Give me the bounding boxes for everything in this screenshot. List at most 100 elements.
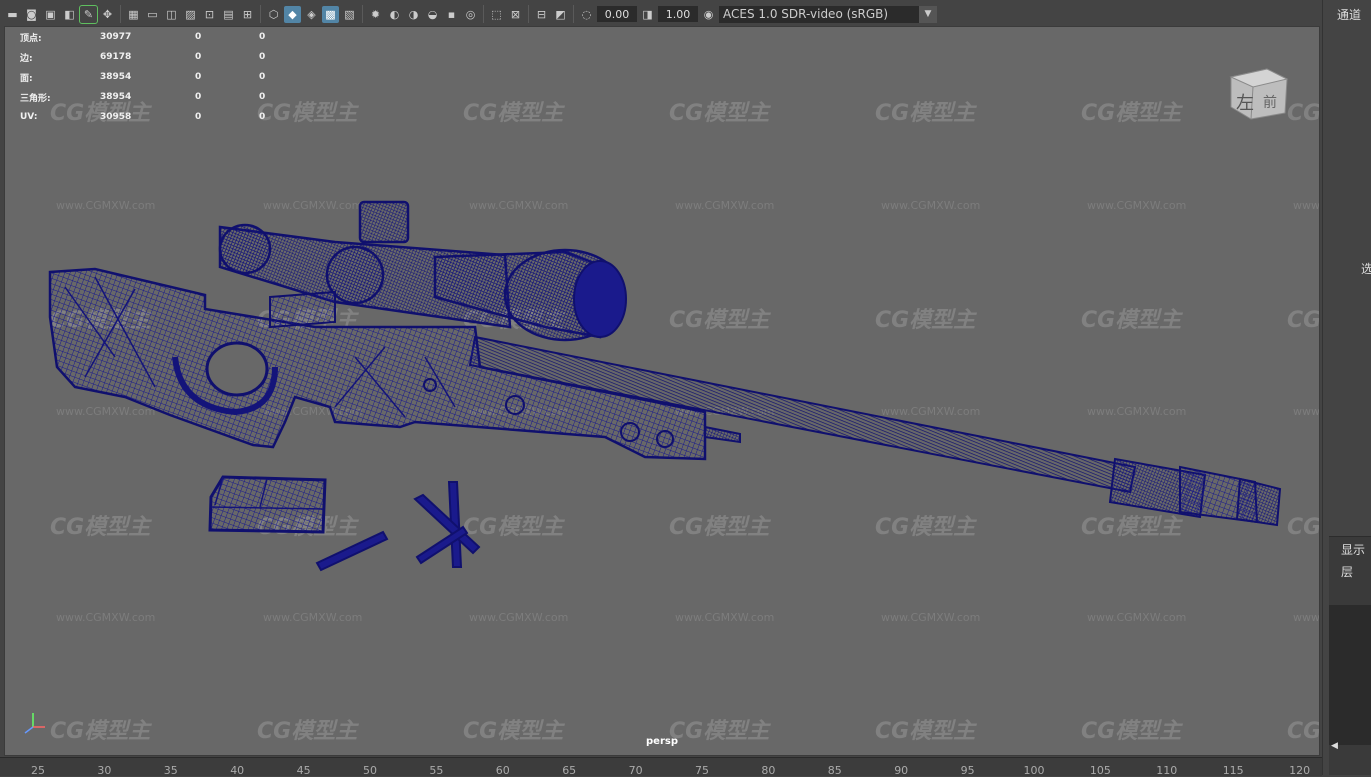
- select-label: 选: [1361, 260, 1371, 277]
- timeline-tick: 50: [363, 764, 377, 777]
- toolbar-separator: [483, 5, 484, 23]
- depth-of-field-icon[interactable]: ◎: [462, 6, 479, 23]
- timeline-tick: 90: [894, 764, 909, 777]
- viewcube-left-face[interactable]: 左: [1236, 93, 1254, 114]
- timeline-tick: 70: [628, 764, 643, 777]
- toolbar-separator: [362, 5, 363, 23]
- default-material-icon[interactable]: ◈: [303, 6, 320, 23]
- heads-up-poly-count: 顶点: 30977 0 0 边: 69178 0 0 面: 38954 0 0 三角形: 38954 0 0 U…: [20, 27, 299, 127]
- viewport-toolbar: ▬ ◙ ▣ ◧ ✎ ✥ ▦ ▭ ◫ ▨ ⊡ ▤ ⊞ ⬡ ◆ ◈ ▩ ▧ ✹ ◐ ◑ ◒ ▪ ◎ ⬚ ⊠ ⊟ ◩ ◌ 0.00 ◨ 1.00 ◉ A…: [0, 0, 1000, 28]
- timeline-tick: 40: [230, 764, 245, 777]
- bookmark-icon[interactable]: ▣: [42, 6, 59, 23]
- xray-active-icon[interactable]: ⊟: [533, 6, 550, 23]
- stat-component: 0: [259, 32, 266, 42]
- 2d-pan-icon[interactable]: ✥: [99, 6, 116, 23]
- xray-icon[interactable]: ▧: [341, 6, 358, 23]
- film-gate-icon[interactable]: ▭: [144, 6, 161, 23]
- magazine: [208, 475, 327, 534]
- stat-label: UV:: [20, 112, 38, 122]
- stat-component: 0: [259, 52, 266, 62]
- stat-label: 面:: [20, 73, 33, 84]
- layer-editor: 显示 层 选 ◀: [1329, 536, 1371, 775]
- timeline-tick: 75: [695, 764, 709, 777]
- timeline-tick: 110: [1156, 764, 1178, 777]
- viewcube-front-face[interactable]: 前: [1263, 94, 1277, 111]
- timeline-tick: 85: [827, 764, 842, 777]
- safe-title-icon[interactable]: ⊞: [239, 6, 256, 23]
- wireframe-icon[interactable]: ⬡: [265, 6, 282, 23]
- use-lights-icon[interactable]: ✹: [367, 6, 384, 23]
- timeline-tick: 95: [960, 764, 975, 777]
- xray-joints-icon[interactable]: ⊠: [507, 6, 524, 23]
- smooth-shade-icon[interactable]: ◆: [284, 5, 301, 23]
- backface-culling-icon[interactable]: ◩: [552, 6, 569, 23]
- stat-value: 30977: [100, 32, 132, 42]
- stat-value: 69178: [100, 52, 132, 62]
- shadows-icon[interactable]: ◐: [386, 6, 403, 23]
- scroll-left-arrow[interactable]: ◀: [1331, 741, 1339, 751]
- timeline-tick: 35: [163, 764, 178, 777]
- stat-component: 0: [259, 72, 266, 82]
- viewcube[interactable]: 左 前: [1223, 57, 1293, 126]
- timeline-tick: 105: [1089, 764, 1111, 777]
- stat-value: 38954: [100, 92, 132, 102]
- stat-selected: 0: [195, 112, 202, 122]
- stat-label: 三角形:: [20, 93, 51, 104]
- camera-icon[interactable]: ▬: [4, 6, 21, 23]
- toolbar-separator: [260, 5, 261, 23]
- timeline-tick: 100: [1023, 764, 1045, 777]
- timeline-tick: 60: [495, 764, 510, 777]
- grid-icon[interactable]: ▦: [125, 6, 142, 23]
- color-space-value: ACES 1.0 SDR-video (sRGB): [723, 7, 889, 21]
- display-tab[interactable]: 显示: [1341, 541, 1365, 558]
- axis-gizmo: [24, 713, 45, 734]
- stat-row: 三角形: 38954 0 0: [20, 87, 299, 107]
- time-slider[interactable]: 25 30 35 40 45 50 55 60 65 70 75 80 85 90 95 100 105 110 1…: [0, 757, 1322, 777]
- timeline-tick: 45: [296, 764, 311, 777]
- gamma-icon[interactable]: ◨: [639, 6, 656, 23]
- bullets: [315, 481, 481, 572]
- stat-value: 38954: [100, 72, 132, 82]
- exposure-icon[interactable]: ◌: [578, 6, 595, 23]
- color-space-dropdown[interactable]: ACES 1.0 SDR-video (sRGB) ▼: [719, 5, 937, 23]
- anti-alias-icon[interactable]: ▪: [443, 6, 460, 23]
- timeline-tick: 25: [31, 764, 45, 777]
- textured-icon[interactable]: ▩: [322, 5, 339, 23]
- stat-label: 边:: [20, 53, 33, 64]
- exposure-field[interactable]: 0.00: [597, 6, 637, 22]
- gamma-field[interactable]: 1.00: [658, 6, 698, 22]
- sniper-rifle-wireframe[interactable]: [5, 27, 1320, 756]
- isolate-select-icon[interactable]: ⬚: [488, 6, 505, 23]
- grease-pencil-icon[interactable]: ✎: [79, 4, 98, 24]
- stat-selected: 0: [195, 72, 202, 82]
- toolbar-separator: [120, 5, 121, 23]
- stat-selected: 0: [195, 52, 202, 62]
- timeline-tick: 115: [1222, 764, 1244, 777]
- camera-attr-icon[interactable]: ◙: [23, 6, 40, 23]
- field-chart-icon[interactable]: ⊡: [201, 6, 218, 23]
- timeline-tick: 65: [562, 764, 577, 777]
- scope: [218, 200, 627, 342]
- stat-row: UV: 30958 0 0: [20, 107, 299, 127]
- stat-row: 顶点: 30977 0 0: [20, 27, 299, 47]
- stat-row: 边: 69178 0 0: [20, 47, 299, 67]
- color-management-icon[interactable]: ◉: [700, 6, 717, 23]
- layer-menu[interactable]: 层: [1341, 563, 1353, 580]
- camera-name-label: persp: [646, 736, 678, 747]
- stat-component: 0: [259, 112, 266, 122]
- channels-menu[interactable]: 通道: [1337, 6, 1361, 23]
- timeline-tick: 30: [97, 764, 112, 777]
- gate-mask-icon[interactable]: ▨: [182, 6, 199, 23]
- perspective-viewport[interactable]: CG模型主CG模型主CG模型主CG模型主CG模型主CG模型主CG模型主CG模型主…: [4, 26, 1320, 756]
- stat-row: 面: 38954 0 0: [20, 67, 299, 87]
- timeline-tick: 55: [429, 764, 444, 777]
- chevron-down-icon[interactable]: ▼: [919, 5, 937, 23]
- stat-value: 30958: [100, 112, 132, 122]
- image-plane-icon[interactable]: ◧: [61, 6, 78, 23]
- layer-list[interactable]: [1329, 605, 1371, 745]
- ambient-occlusion-icon[interactable]: ◑: [405, 6, 422, 23]
- motion-blur-icon[interactable]: ◒: [424, 6, 441, 23]
- stat-component: 0: [259, 92, 266, 102]
- safe-action-icon[interactable]: ▤: [220, 6, 237, 23]
- resolution-gate-icon[interactable]: ◫: [163, 6, 180, 23]
